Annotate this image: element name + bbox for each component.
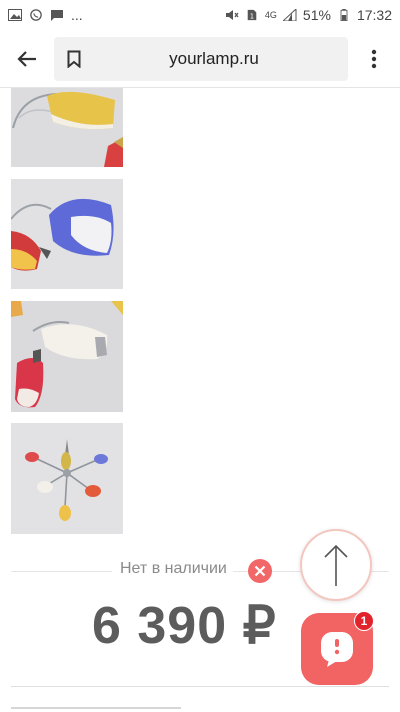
gallery-thumb-3[interactable] <box>11 301 123 412</box>
message-icon <box>51 10 63 21</box>
chat-icon <box>321 632 353 667</box>
browser-toolbar: yourlamp.ru <box>0 30 400 88</box>
gallery-icon <box>8 9 22 21</box>
network-type-label: 4G <box>264 9 277 20</box>
url-field[interactable]: yourlamp.ru <box>54 36 348 81</box>
section-underline <box>11 707 181 709</box>
url-text: yourlamp.ru <box>169 48 259 68</box>
back-button[interactable] <box>0 30 54 88</box>
back-arrow-icon <box>17 50 36 67</box>
availability-label: Нет в наличии <box>112 560 233 578</box>
lamp-image-1 <box>11 88 123 167</box>
product-price: 6 390 ₽ <box>92 597 277 655</box>
scroll-to-top-button[interactable] <box>300 529 372 601</box>
mute-icon <box>225 10 239 20</box>
signal-icon <box>282 9 297 21</box>
battery-percent: 51% <box>302 7 331 23</box>
more-vert-icon <box>371 49 377 68</box>
bookmark-button[interactable] <box>54 37 94 81</box>
status-bar: ... 1 4G 51% 17:32 <box>0 0 400 30</box>
whatsapp-icon <box>30 9 42 21</box>
chat-badge: 1 <box>354 611 374 631</box>
lamp-image-4 <box>11 423 123 534</box>
gallery-thumb-1[interactable] <box>11 88 123 167</box>
clock: 17:32 <box>356 7 392 23</box>
lamp-image-3 <box>11 301 123 412</box>
arrow-up-icon <box>324 544 348 586</box>
svg-text:1: 1 <box>250 12 254 20</box>
status-more: ... <box>71 7 83 23</box>
more-menu-button[interactable] <box>348 30 400 88</box>
sim-icon: 1 <box>247 9 257 20</box>
divider-bottom <box>11 686 389 687</box>
bookmark-icon <box>67 50 81 68</box>
battery-icon <box>340 9 348 21</box>
gallery-thumb-4[interactable] <box>11 423 123 534</box>
lamp-image-2 <box>11 179 123 289</box>
status-left: ... <box>8 7 83 23</box>
unavailable-icon <box>248 559 272 583</box>
gallery-thumb-2[interactable] <box>11 179 123 289</box>
status-right: 1 4G 51% 17:32 <box>225 7 392 23</box>
